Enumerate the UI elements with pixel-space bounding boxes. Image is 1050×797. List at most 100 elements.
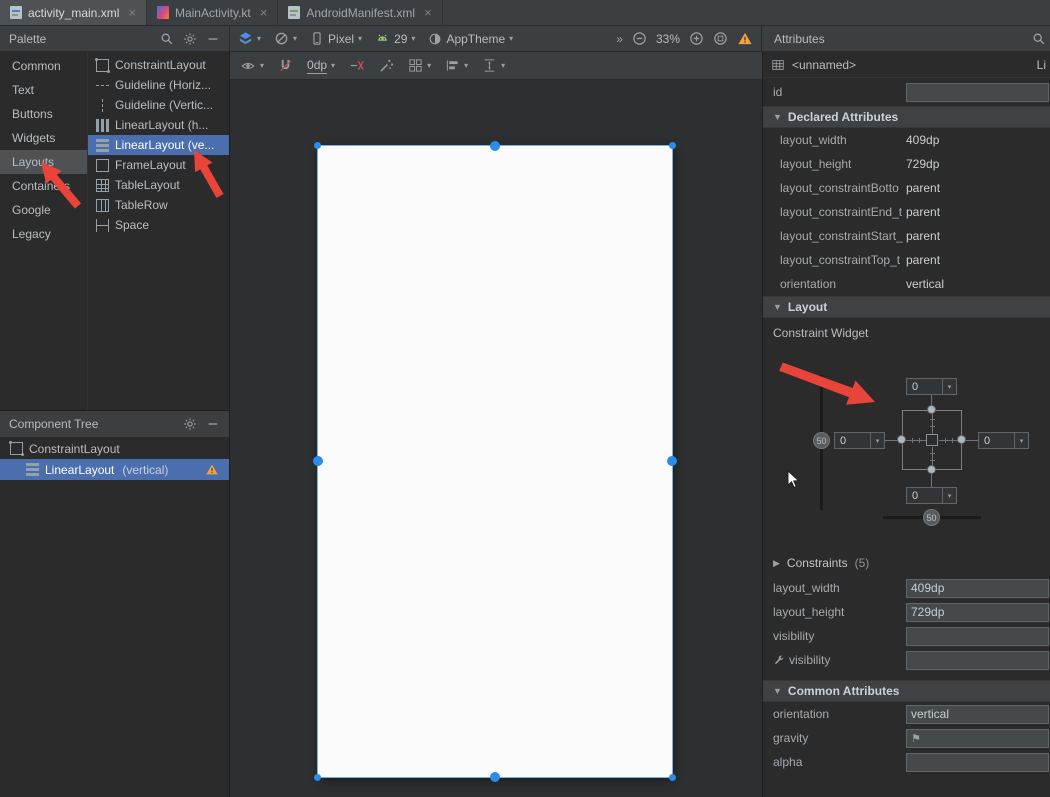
distribute-icon [482, 58, 497, 73]
tab-androidmanifest-xml[interactable]: AndroidManifest.xml × [278, 0, 442, 25]
resize-handle-top-center[interactable] [490, 141, 500, 151]
resize-handle-top-right[interactable] [669, 142, 676, 149]
orientation-selector[interactable]: ▾ [274, 31, 297, 46]
palette-item-linearlayout-vertical[interactable]: LinearLayout (ve... [88, 135, 229, 155]
margin-left-combo[interactable]: 0▾ [834, 432, 885, 449]
tab-activity-main-xml[interactable]: activity_main.xml × [0, 0, 147, 25]
orientation-input[interactable] [906, 705, 1049, 724]
resize-handle-bottom-center[interactable] [490, 772, 500, 782]
palette-category-layouts[interactable]: Layouts [0, 150, 87, 174]
clear-constraints-icon[interactable] [349, 58, 365, 73]
gear-icon[interactable] [183, 32, 197, 46]
visibility-input[interactable] [906, 627, 1049, 646]
hide-panel-icon[interactable] [206, 417, 220, 431]
gravity-input[interactable]: ⚑ [906, 729, 1049, 748]
close-icon[interactable]: × [424, 5, 432, 20]
constraint-anchor-bottom[interactable] [927, 465, 936, 474]
id-input[interactable] [906, 83, 1049, 102]
section-layout[interactable]: ▼ Layout [763, 296, 1050, 318]
resize-handle-middle-left[interactable] [313, 456, 323, 466]
expand-distribute-selector[interactable]: ▾ [482, 58, 505, 73]
margin-top-combo[interactable]: 0▾ [906, 378, 957, 395]
infer-constraints-wand-icon[interactable] [379, 58, 394, 73]
tree-item-constraintlayout[interactable]: ConstraintLayout [0, 438, 229, 459]
attr-row[interactable]: layout_constraintTop_tparent [763, 248, 1050, 272]
palette-category-widgets[interactable]: Widgets [0, 126, 87, 150]
default-margin-value: 0dp [307, 58, 327, 74]
wrench-icon [773, 654, 785, 666]
tab-mainactivity-kt[interactable]: MainActivity.kt × [147, 0, 278, 25]
flag-icon[interactable]: ⚑ [911, 732, 921, 745]
margin-bottom-combo[interactable]: 0▾ [906, 487, 957, 504]
attr-row[interactable]: layout_constraintStart_parent [763, 224, 1050, 248]
chevron-down-icon[interactable]: ▾ [870, 433, 884, 448]
palette-item-framelayout[interactable]: FrameLayout [88, 155, 229, 175]
tools-visibility-input[interactable] [906, 651, 1049, 670]
attr-row[interactable]: layout_constraintBottoparent [763, 176, 1050, 200]
align-selector[interactable]: ▾ [445, 58, 468, 73]
palette-category-containers[interactable]: Containers [0, 174, 87, 198]
close-icon[interactable]: × [128, 5, 136, 20]
palette-item-guideline-vertical[interactable]: Guideline (Vertic... [88, 95, 229, 115]
constraint-anchor-left[interactable] [897, 435, 906, 444]
layout-width-input[interactable] [906, 579, 1049, 598]
design-surface[interactable] [230, 80, 762, 797]
gear-icon[interactable] [183, 417, 197, 431]
palette-category-common[interactable]: Common [0, 54, 87, 78]
close-icon[interactable]: × [260, 5, 268, 20]
section-common-attributes[interactable]: ▼ Common Attributes [763, 680, 1050, 702]
attr-row[interactable]: layout_constraintEnd_tparent [763, 200, 1050, 224]
attr-row[interactable]: layout_height729dp [763, 152, 1050, 176]
design-canvas-linearlayout[interactable] [318, 146, 672, 777]
palette-item-linearlayout-horizontal[interactable]: LinearLayout (h... [88, 115, 229, 135]
section-declared-attributes[interactable]: ▼ Declared Attributes [763, 106, 1050, 128]
search-icon[interactable] [1032, 32, 1046, 46]
pack-selector[interactable]: ▾ [408, 58, 431, 73]
horizontal-bias-badge[interactable]: 50 [923, 509, 940, 526]
layout-height-input[interactable] [906, 603, 1049, 622]
chevron-down-icon[interactable]: ▾ [1014, 433, 1028, 448]
palette-category-legacy[interactable]: Legacy [0, 222, 87, 246]
autoconnect-off-magnet-icon[interactable] [278, 58, 293, 73]
palette-category-buttons[interactable]: Buttons [0, 102, 87, 126]
toolbar-overflow-chevrons[interactable]: » [616, 32, 623, 46]
api-selector[interactable]: 29 ▾ [375, 32, 415, 46]
design-surface-selector[interactable]: ▾ [238, 31, 261, 46]
palette-item-space[interactable]: Space [88, 215, 229, 235]
attr-row[interactable]: orientationvertical [763, 272, 1050, 296]
view-options[interactable]: ▾ [240, 59, 264, 73]
vertical-bias-badge[interactable]: 50 [813, 432, 830, 449]
zoom-to-fit-icon[interactable] [713, 31, 728, 46]
margin-right-combo[interactable]: 0▾ [978, 432, 1029, 449]
constraint-anchor-right[interactable] [957, 435, 966, 444]
palette-item-tablerow[interactable]: TableRow [88, 195, 229, 215]
palette-item-constraintlayout[interactable]: ConstraintLayout [88, 55, 229, 75]
resize-handle-top-left[interactable] [314, 142, 321, 149]
chevron-down-icon[interactable]: ▾ [942, 379, 956, 394]
resize-handle-bottom-left[interactable] [314, 774, 321, 781]
palette-category-text[interactable]: Text [0, 78, 87, 102]
device-selector[interactable]: Pixel ▾ [310, 31, 362, 46]
palette-item-guideline-horizontal[interactable]: Guideline (Horiz... [88, 75, 229, 95]
zoom-in-icon[interactable] [689, 31, 704, 46]
palette-item-tablelayout[interactable]: TableLayout [88, 175, 229, 195]
zoom-out-icon[interactable] [632, 31, 647, 46]
warning-icon[interactable] [205, 463, 219, 476]
constraints-section-toggle[interactable]: ▶ Constraints (5) [763, 550, 1050, 576]
search-icon[interactable] [160, 32, 174, 46]
palette-category-google[interactable]: Google [0, 198, 87, 222]
warning-icon[interactable] [737, 31, 753, 46]
resize-handle-middle-right[interactable] [667, 456, 677, 466]
theme-selector[interactable]: AppTheme ▾ [428, 32, 513, 46]
resize-handle-bottom-right[interactable] [669, 774, 676, 781]
default-margins-selector[interactable]: 0dp ▾ [307, 58, 335, 74]
hide-panel-icon[interactable] [206, 32, 220, 46]
chevron-down-icon[interactable]: ▾ [942, 488, 956, 503]
constraint-anchor-top[interactable] [927, 405, 936, 414]
collapse-triangle-icon: ▼ [773, 112, 782, 122]
tree-item-linearlayout-vertical[interactable]: LinearLayout (vertical) [0, 459, 229, 480]
tick [919, 438, 920, 443]
alpha-input[interactable] [906, 753, 1049, 772]
attr-row[interactable]: layout_width409dp [763, 128, 1050, 152]
theme-icon [428, 32, 442, 46]
